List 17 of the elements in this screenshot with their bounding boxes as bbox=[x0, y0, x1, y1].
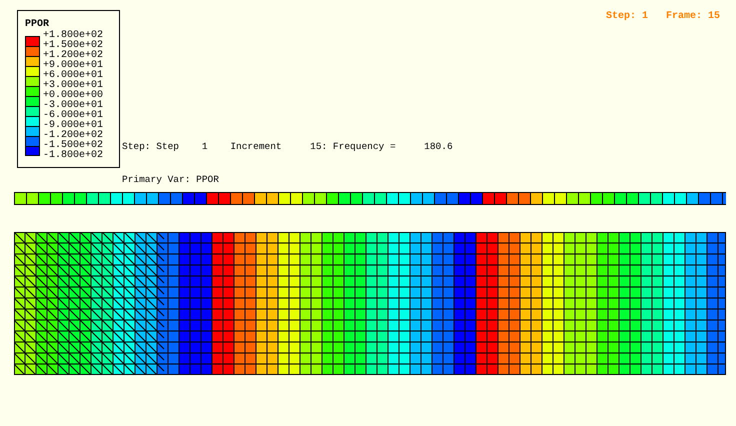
legend-label: +6.000e+01 bbox=[43, 71, 104, 81]
legend-label: -1.500e+02 bbox=[43, 141, 104, 151]
legend-label: +0.000e+00 bbox=[43, 91, 104, 101]
legend-label: +3.000e+01 bbox=[43, 81, 104, 91]
primary-variable: Primary Var: PPOR bbox=[122, 174, 220, 185]
legend-label: -6.000e+01 bbox=[43, 111, 104, 121]
legend-label: -1.800e+02 bbox=[43, 151, 104, 161]
step-info: Step: Step 1 Increment 15: Frequency = 180.6 bbox=[122, 141, 454, 152]
legend-label: -9.000e+01 bbox=[43, 121, 104, 131]
legend-label: -1.200e+02 bbox=[43, 131, 104, 141]
legend-label: +1.200e+02 bbox=[43, 51, 104, 61]
legend-title: PPOR bbox=[25, 19, 50, 30]
frame-label: Step: 1 Frame: 15 bbox=[606, 11, 720, 22]
legend-label: +1.500e+02 bbox=[43, 41, 104, 51]
legend-label: -3.000e+01 bbox=[43, 101, 104, 111]
legend-label: +9.000e+01 bbox=[43, 61, 104, 71]
legend-label: +1.800e+02 bbox=[43, 31, 104, 41]
